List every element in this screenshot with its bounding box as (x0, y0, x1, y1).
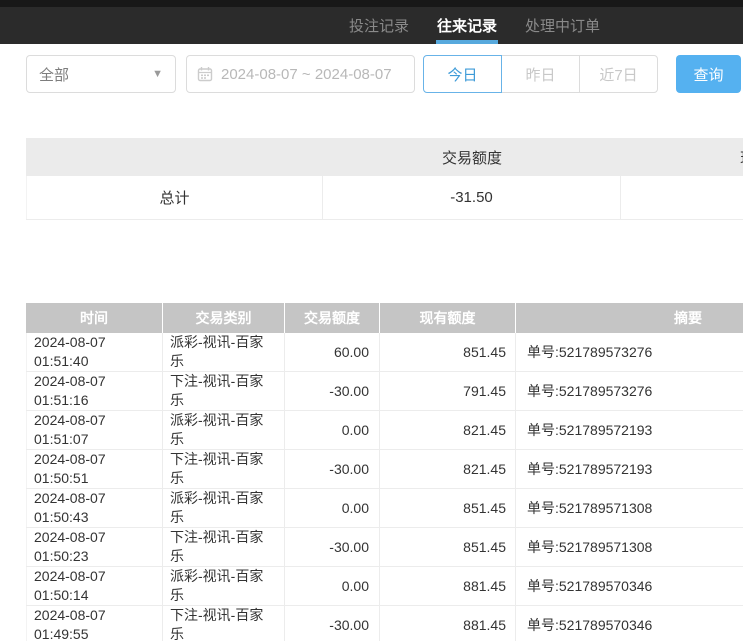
cell-type: 下注-视讯-百家乐 (163, 372, 285, 410)
calendar-icon (197, 66, 213, 82)
tab-transaction-records[interactable]: 往来记录 (423, 7, 511, 44)
top-navigation: 投注记录 往来记录 处理中订单 (0, 0, 743, 44)
tab-bar: 投注记录 往来记录 处理中订单 (103, 7, 743, 44)
records-table: 时间 交易类别 交易额度 现有额度 摘要 2024-08-07 01:51:40… (26, 303, 743, 641)
cell-type: 派彩-视讯-百家乐 (163, 333, 285, 371)
summary-total-extra (621, 176, 743, 219)
cell-time: 2024-08-07 01:50:23 (26, 528, 163, 566)
cell-summary: 单号:521789570346 (516, 567, 743, 605)
column-header-type: 交易类别 (163, 303, 285, 333)
summary-total-label: 总计 (26, 176, 323, 219)
window-top-strip (0, 0, 743, 7)
cell-amount: 0.00 (285, 411, 380, 449)
type-select[interactable]: 全部 ▼ (26, 55, 176, 93)
table-row: 2024-08-07 01:50:43 派彩-视讯-百家乐 0.00 851.4… (26, 489, 743, 528)
cell-time: 2024-08-07 01:51:16 (26, 372, 163, 410)
table-row: 2024-08-07 01:49:55 下注-视讯-百家乐 -30.00 881… (26, 606, 743, 641)
tab-processing-orders[interactable]: 处理中订单 (511, 7, 614, 44)
cell-summary: 单号:521789572193 (516, 411, 743, 449)
cell-summary: 单号:521789571308 (516, 528, 743, 566)
summary-total-amount: -31.50 (323, 176, 621, 219)
cell-type: 派彩-视讯-百家乐 (163, 411, 285, 449)
cell-type: 下注-视讯-百家乐 (163, 606, 285, 641)
summary-table: 交易额度 现有额度 总计 -31.50 (26, 138, 743, 220)
summary-header-balance: 现有额度 (621, 138, 743, 176)
date-range-input[interactable]: 2024-08-07 ~ 2024-08-07 (186, 55, 415, 93)
cell-time: 2024-08-07 01:49:55 (26, 606, 163, 641)
cell-summary: 单号:521789573276 (516, 372, 743, 410)
cell-balance: 881.45 (380, 567, 516, 605)
search-button[interactable]: 查询 (676, 55, 741, 93)
summary-total-row: 总计 -31.50 (26, 176, 743, 220)
table-row: 2024-08-07 01:50:14 派彩-视讯-百家乐 0.00 881.4… (26, 567, 743, 606)
cell-summary: 单号:521789571308 (516, 489, 743, 527)
cell-amount: -30.00 (285, 528, 380, 566)
cell-time: 2024-08-07 01:50:51 (26, 450, 163, 488)
cell-balance: 881.45 (380, 606, 516, 641)
cell-type: 派彩-视讯-百家乐 (163, 489, 285, 527)
quick-date-buttons: 今日 昨日 近7日 (423, 55, 658, 93)
type-select-value: 全部 (39, 64, 69, 85)
cell-balance: 851.45 (380, 528, 516, 566)
cell-amount: 0.00 (285, 567, 380, 605)
cell-balance: 851.45 (380, 333, 516, 371)
cell-amount: -30.00 (285, 606, 380, 641)
column-header-time: 时间 (26, 303, 163, 333)
column-header-summary: 摘要 (516, 303, 743, 333)
records-table-header: 时间 交易类别 交易额度 现有额度 摘要 (26, 303, 743, 333)
chevron-down-icon: ▼ (152, 68, 163, 80)
filter-bar: 全部 ▼ 2024-08-07 ~ 2024-08-07 今日 昨日 近7日 查… (26, 55, 743, 93)
date-range-value: 2024-08-07 ~ 2024-08-07 (221, 66, 392, 83)
cell-summary: 单号:521789573276 (516, 333, 743, 371)
cell-amount: 60.00 (285, 333, 380, 371)
cell-amount: -30.00 (285, 372, 380, 410)
table-row: 2024-08-07 01:51:40 派彩-视讯-百家乐 60.00 851.… (26, 333, 743, 372)
summary-header-amount: 交易额度 (323, 138, 621, 176)
column-header-amount: 交易额度 (285, 303, 380, 333)
tab-betting-records[interactable]: 投注记录 (335, 7, 423, 44)
table-row: 2024-08-07 01:50:23 下注-视讯-百家乐 -30.00 851… (26, 528, 743, 567)
table-row: 2024-08-07 01:51:16 下注-视讯-百家乐 -30.00 791… (26, 372, 743, 411)
cell-type: 下注-视讯-百家乐 (163, 528, 285, 566)
yesterday-button[interactable]: 昨日 (501, 55, 580, 93)
cell-balance: 821.45 (380, 411, 516, 449)
summary-header-blank (26, 138, 323, 176)
table-row: 2024-08-07 01:50:51 下注-视讯-百家乐 -30.00 821… (26, 450, 743, 489)
cell-time: 2024-08-07 01:51:07 (26, 411, 163, 449)
summary-header-row: 交易额度 现有额度 (26, 138, 743, 176)
page-root: 投注记录 往来记录 处理中订单 全部 ▼ 2024-08-07 ~ 2024-0… (0, 0, 743, 641)
records-table-body: 2024-08-07 01:51:40 派彩-视讯-百家乐 60.00 851.… (26, 333, 743, 641)
table-row: 2024-08-07 01:51:07 派彩-视讯-百家乐 0.00 821.4… (26, 411, 743, 450)
last-7-days-button[interactable]: 近7日 (579, 55, 658, 93)
column-header-balance: 现有额度 (380, 303, 516, 333)
cell-balance: 791.45 (380, 372, 516, 410)
cell-balance: 821.45 (380, 450, 516, 488)
cell-balance: 851.45 (380, 489, 516, 527)
cell-type: 下注-视讯-百家乐 (163, 450, 285, 488)
cell-time: 2024-08-07 01:50:14 (26, 567, 163, 605)
cell-summary: 单号:521789570346 (516, 606, 743, 641)
cell-amount: 0.00 (285, 489, 380, 527)
cell-time: 2024-08-07 01:50:43 (26, 489, 163, 527)
today-button[interactable]: 今日 (423, 55, 502, 93)
cell-type: 派彩-视讯-百家乐 (163, 567, 285, 605)
cell-time: 2024-08-07 01:51:40 (26, 333, 163, 371)
cell-amount: -30.00 (285, 450, 380, 488)
cell-summary: 单号:521789572193 (516, 450, 743, 488)
